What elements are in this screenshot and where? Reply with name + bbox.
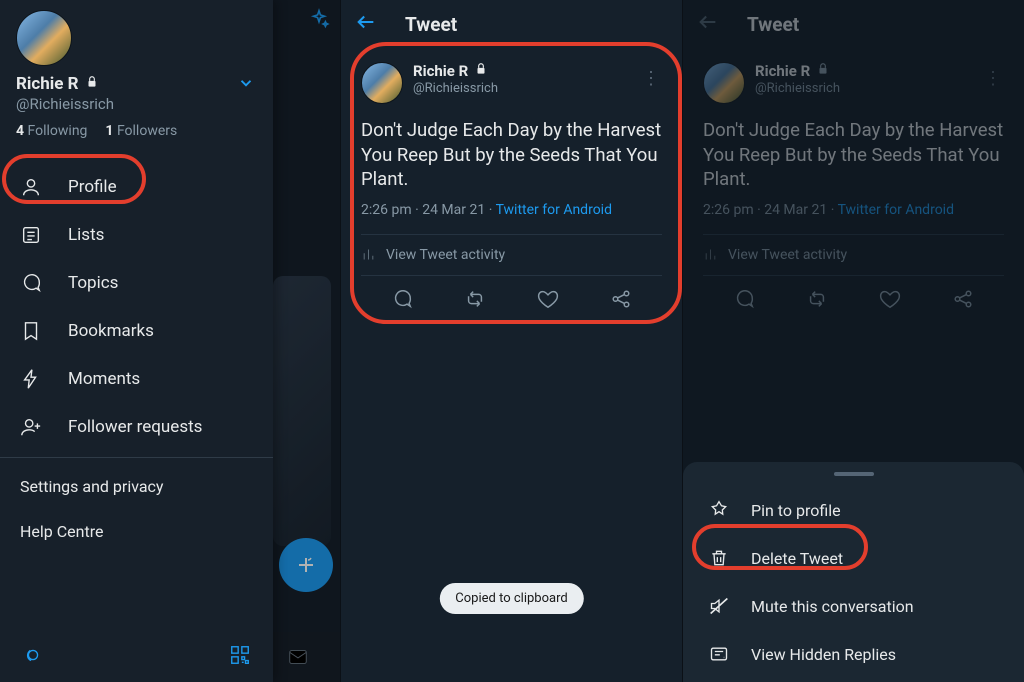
tweet-avatar[interactable] <box>361 62 403 104</box>
reply-button[interactable] <box>391 288 413 314</box>
analytics-icon <box>361 247 376 262</box>
nav-profile[interactable]: Profile <box>0 163 273 211</box>
sheet-mute[interactable]: Mute this conversation <box>683 582 1024 630</box>
mute-icon <box>709 596 729 616</box>
theme-icon[interactable] <box>22 644 44 670</box>
bottom-nav-peek <box>273 632 340 682</box>
sheet-hidden-replies[interactable]: View Hidden Replies <box>683 630 1024 678</box>
back-button[interactable] <box>355 11 377 37</box>
handle: @Richieissrich <box>16 95 257 113</box>
sheet-label: Pin to profile <box>751 501 841 520</box>
speech-icon <box>20 272 42 294</box>
toast: Copied to clipboard <box>439 583 583 614</box>
tweet-meta: 2:26 pm · 24 Mar 21 · Twitter for Androi… <box>361 202 662 218</box>
tweet-source-link[interactable]: Twitter for Android <box>496 202 612 218</box>
tweet-card: Richie R @Richieissrich ⋮ Don't Judge Ea… <box>351 54 672 330</box>
share-button <box>952 288 974 314</box>
list-icon <box>20 224 42 246</box>
tweet-avatar <box>703 62 745 104</box>
followers-stat[interactable]: 1 Followers <box>105 123 177 139</box>
nav-moments[interactable]: Moments <box>0 355 273 403</box>
following-stat[interactable]: 4 Following <box>16 123 87 139</box>
appbar: Tweet <box>341 0 682 48</box>
nav-label: Lists <box>68 225 104 245</box>
sheet-delete[interactable]: Delete Tweet <box>683 534 1024 582</box>
tweet-card-dimmed: Richie R @Richieissrich ⋮ Don't Judge Ea… <box>693 54 1014 330</box>
trash-icon <box>709 548 729 568</box>
appbar-title: Tweet <box>405 13 457 36</box>
timeline-behind-preview: l-new dropping <box>273 0 340 682</box>
pin-icon <box>709 500 729 520</box>
nav-label: Follower requests <box>68 417 202 437</box>
tweet-author-handle: @Richieissrich <box>413 81 498 96</box>
tweet-detail-panel: Tweet Richie R @Richieissrich ⋮ Don't Ju… <box>340 0 682 682</box>
divider <box>0 457 273 458</box>
tweet-more-button[interactable]: ⋮ <box>984 68 1004 89</box>
lock-icon <box>85 74 99 94</box>
qr-icon[interactable] <box>229 644 251 670</box>
sheet-label: Mute this conversation <box>751 597 914 616</box>
envelope-icon[interactable] <box>287 646 309 668</box>
sheet-grabber[interactable] <box>834 472 874 476</box>
share-button[interactable] <box>610 288 632 314</box>
nav-settings[interactable]: Settings and privacy <box>0 464 273 509</box>
person-icon <box>20 176 42 198</box>
person-plus-icon <box>20 416 42 438</box>
display-name: Richie R <box>16 74 79 94</box>
sheet-pin[interactable]: Pin to profile <box>683 486 1024 534</box>
hidden-replies-icon <box>709 644 729 664</box>
tweet-options-panel: Tweet Richie R @Richieissrich ⋮ Don't Ju… <box>682 0 1024 682</box>
sheet-label: View Hidden Replies <box>751 645 896 664</box>
nav-lists[interactable]: Lists <box>0 211 273 259</box>
bookmark-icon <box>20 320 42 342</box>
bolt-icon <box>20 368 42 390</box>
sparkle-icon[interactable] <box>308 8 330 36</box>
retweet-button[interactable] <box>464 288 486 314</box>
appbar: Tweet <box>683 0 1024 48</box>
analytics-icon <box>703 247 718 262</box>
tweet-author-handle: @Richieissrich <box>755 81 840 96</box>
nav-topics[interactable]: Topics <box>0 259 273 307</box>
retweet-button <box>806 288 828 314</box>
tweet-author-name: Richie R <box>755 62 810 80</box>
appbar-title: Tweet <box>747 13 799 36</box>
like-button[interactable] <box>537 288 559 314</box>
tweet-text: Don't Judge Each Day by the Harvest You … <box>703 118 1004 192</box>
lock-icon <box>474 62 488 80</box>
nav-label: Topics <box>68 273 118 293</box>
drawer-panel: l-new dropping Richie R @Richieissrich 4 <box>0 0 340 682</box>
tweet-meta: 2:26 pm · 24 Mar 21 · Twitter for Androi… <box>703 202 1004 218</box>
nav-bookmarks[interactable]: Bookmarks <box>0 307 273 355</box>
view-tweet-activity: View Tweet activity <box>703 234 1004 276</box>
account-switcher-chevron-icon[interactable] <box>237 74 255 96</box>
nav-label: Moments <box>68 369 140 389</box>
like-button <box>879 288 901 314</box>
view-tweet-activity[interactable]: View Tweet activity <box>361 234 662 276</box>
bottom-sheet: Pin to profile Delete Tweet Mute this co… <box>683 462 1024 682</box>
nav-follower-requests[interactable]: Follower requests <box>0 403 273 451</box>
compose-fab[interactable] <box>279 538 333 592</box>
reply-button <box>733 288 755 314</box>
tweet-text: Don't Judge Each Day by the Harvest You … <box>361 118 662 192</box>
lock-icon <box>816 62 830 80</box>
nav-label: Bookmarks <box>68 321 154 341</box>
sheet-label: Delete Tweet <box>751 549 843 568</box>
timeline-image-peek <box>273 276 331 546</box>
back-button[interactable] <box>697 11 719 37</box>
tweet-author-name: Richie R <box>413 62 468 80</box>
tweet-more-button[interactable]: ⋮ <box>642 68 662 89</box>
avatar[interactable] <box>16 10 72 66</box>
nav-help[interactable]: Help Centre <box>0 509 273 554</box>
nav-label: Profile <box>68 177 117 197</box>
navigation-drawer: Richie R @Richieissrich 4 Following 1 Fo… <box>0 0 273 682</box>
